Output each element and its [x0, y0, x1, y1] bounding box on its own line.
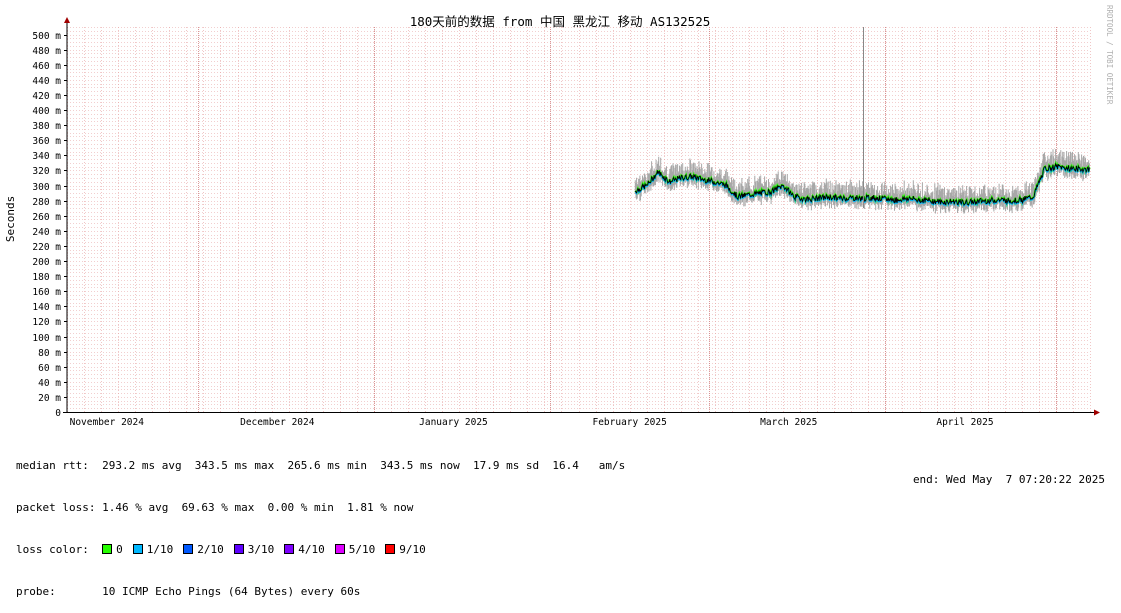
y-tick-label: 20 m [38, 393, 61, 404]
smokeping-chart: 0 20 m 40 m 60 m 80 m 100 m 120 m 140 m 160 m 180… [4, 5, 1114, 428]
x-tick-label: January 2025 [419, 417, 488, 428]
y-tick-label: 80 m [38, 348, 61, 359]
y-tick-label: 100 m [32, 333, 61, 344]
rrdtool-watermark: RRDTOOL / TOBI OETIKER [1105, 5, 1114, 105]
y-tick-label: 340 m [32, 151, 61, 162]
y-axis-label: Seconds [4, 196, 17, 242]
probe-line: probe: 10 ICMP Echo Pings (64 Bytes) eve… [16, 585, 361, 598]
loss-color-item: 4/10 [284, 543, 325, 556]
y-tick-label: 400 m [32, 106, 61, 117]
median-rtt-line: median rtt: 293.2 ms avg 343.5 ms max 26… [16, 459, 626, 472]
axes [63, 17, 1100, 416]
y-tick-label: 420 m [32, 91, 61, 102]
y-tick-label: 60 m [38, 363, 61, 374]
x-tick-label: February 2025 [592, 417, 666, 428]
legend: median rtt: 293.2 ms avg 343.5 ms max 26… [16, 431, 625, 613]
x-tick-label: November 2024 [70, 417, 145, 428]
x-axis-ticks: November 2024 December 2024 January 2025 Fe… [70, 417, 994, 428]
loss-color-swatch [284, 544, 295, 554]
x-tick-label: December 2024 [240, 417, 315, 428]
y-tick-label: 480 m [32, 46, 61, 57]
y-tick-label: 240 m [32, 227, 61, 238]
plot-area [634, 27, 1091, 214]
y-tick-label: 440 m [32, 76, 61, 87]
loss-color-line: loss color: 0 1/10 2/10 3/10 4/10 5/10 9/10 [16, 543, 625, 557]
y-tick-label: 320 m [32, 166, 61, 177]
x-axis-arrow [1094, 409, 1100, 416]
y-tick-label: 0 [55, 408, 61, 419]
grid [67, 27, 1091, 412]
loss-color-item-label: 9/10 [399, 543, 426, 556]
loss-color-swatch [233, 544, 244, 554]
y-tick-label: 300 m [32, 182, 61, 193]
loss-color-items: 0 1/10 2/10 3/10 4/10 5/10 9/10 [102, 543, 436, 556]
y-tick-label: 360 m [32, 136, 61, 147]
loss-color-label: loss color: [16, 543, 89, 556]
loss-color-item: 5/10 [334, 543, 376, 556]
loss-color-item: 1/10 [132, 543, 174, 556]
y-tick-label: 280 m [32, 197, 61, 208]
loss-color-swatch [385, 544, 396, 554]
loss-color-swatch [132, 544, 143, 554]
y-tick-label: 140 m [32, 302, 61, 313]
x-tick-label: April 2025 [936, 417, 993, 428]
loss-color-item: 9/10 [385, 543, 426, 556]
y-axis-arrow [64, 17, 70, 23]
chart-title: 180天前的数据 from 中国 黑龙江 移动 AS132525 [410, 14, 711, 29]
loss-color-item: 3/10 [233, 543, 275, 556]
loss-color-item-label: 4/10 [298, 543, 325, 556]
loss-color-item-label: 0 [116, 543, 123, 556]
y-tick-label: 180 m [32, 272, 61, 283]
loss-color-item: 0 [102, 543, 123, 556]
loss-color-item: 2/10 [183, 543, 224, 556]
y-tick-label: 500 m [32, 31, 61, 42]
y-tick-label: 200 m [32, 257, 61, 268]
packet-loss-line: packet loss: 1.46 % avg 69.63 % max 0.00… [16, 501, 414, 514]
y-tick-label: 40 m [38, 378, 61, 389]
end-timestamp: end: Wed May 7 07:20:22 2025 [912, 473, 1105, 486]
loss-color-item-label: 1/10 [146, 543, 174, 556]
y-tick-label: 160 m [32, 287, 61, 298]
y-tick-label: 120 m [32, 317, 61, 328]
y-axis-ticks: 0 20 m 40 m 60 m 80 m 100 m 120 m 140 m 160 m 180… [32, 31, 67, 419]
x-tick-label: March 2025 [760, 417, 817, 428]
y-tick-label: 460 m [32, 61, 61, 72]
loss-color-swatch [102, 544, 113, 554]
y-tick-label: 380 m [32, 121, 61, 132]
loss-color-item-label: 5/10 [348, 543, 376, 556]
y-tick-label: 220 m [32, 242, 61, 253]
loss-color-item-label: 3/10 [247, 543, 275, 556]
loss-color-swatch [334, 544, 345, 554]
loss-color-swatch [183, 544, 194, 554]
loss-color-item-label: 2/10 [197, 543, 224, 556]
y-tick-label: 260 m [32, 212, 61, 223]
